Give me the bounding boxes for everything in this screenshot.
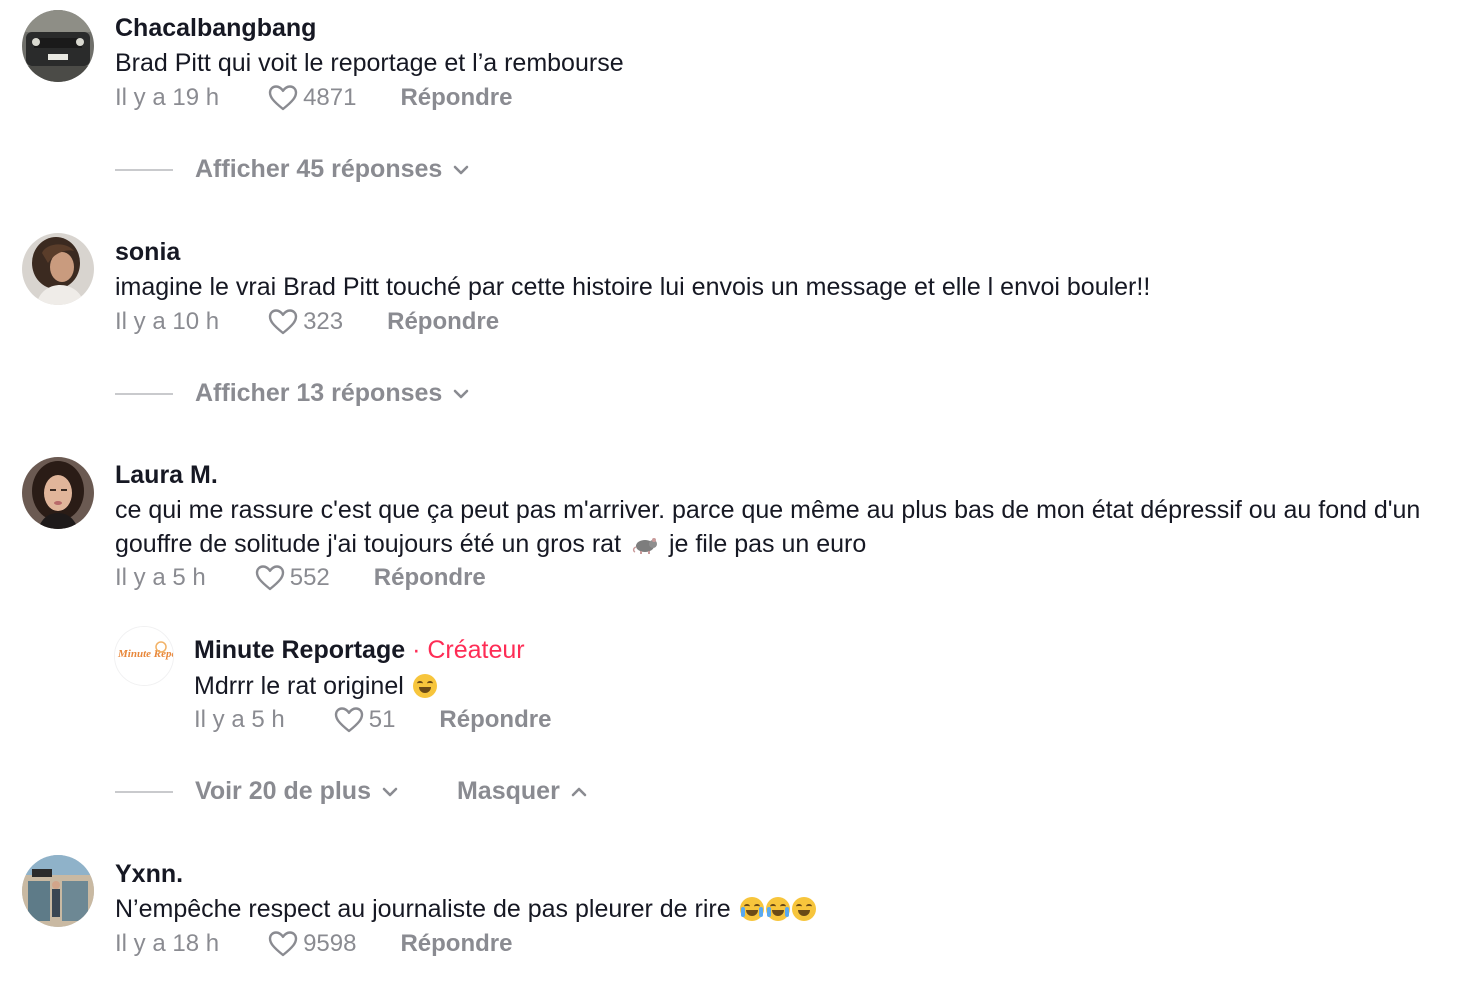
like-button[interactable]: 552 <box>254 564 330 592</box>
avatar[interactable] <box>22 10 94 82</box>
reply-username[interactable]: Minute Reportage <box>194 636 405 664</box>
show-replies-button[interactable]: Afficher 45 réponses <box>195 155 470 184</box>
reply-username-row: Minute Reportage · Créateur <box>194 636 525 665</box>
chevron-down-icon <box>454 389 469 398</box>
comment-text-segment: gouffre de solitude j'ai toujours été un… <box>115 530 622 558</box>
reply-button[interactable]: Répondre <box>374 564 486 592</box>
creator-badge: · Créateur <box>412 636 525 664</box>
comment-time: Il y a 18 h <box>115 930 220 957</box>
like-count: 9598 <box>303 930 357 957</box>
reply-meta: Il y a 5 h 51 Répondre <box>194 706 551 734</box>
comment-text: Brad Pitt qui voit le reportage et l’a r… <box>115 49 624 77</box>
comment-time: Il y a 5 h <box>115 564 206 591</box>
rat-icon <box>632 538 657 554</box>
heart-icon <box>268 931 298 957</box>
show-replies-button[interactable]: Afficher 13 réponses <box>195 379 470 408</box>
reply-time: Il y a 5 h <box>194 706 285 733</box>
chevron-up-icon <box>571 787 587 796</box>
laughing-emoji-icon <box>791 897 816 921</box>
reply-button[interactable]: Répondre <box>400 930 512 958</box>
heart-icon <box>255 565 284 591</box>
like-count: 4871 <box>303 84 357 111</box>
reply-button[interactable]: Répondre <box>387 308 499 336</box>
divider <box>115 790 173 793</box>
heart-icon <box>268 309 298 335</box>
comment-text-line: ce qui me rassure c'est que ça peut pas … <box>115 496 1421 524</box>
like-button[interactable]: 4871 <box>267 84 356 112</box>
divider <box>115 168 173 171</box>
comment-meta: Il y a 18 h 9598 Répondre <box>115 930 512 958</box>
comment-time: Il y a 19 h <box>115 84 220 111</box>
like-button[interactable]: 323 <box>267 308 343 336</box>
car-avatar-image <box>22 10 94 82</box>
show-replies-label: Afficher 45 réponses <box>195 155 443 183</box>
avatar[interactable] <box>22 233 94 305</box>
reply-button[interactable]: Répondre <box>439 706 551 734</box>
person-avatar-image <box>22 233 94 305</box>
view-more-label: Voir 20 de plus <box>195 777 371 805</box>
replies-row: Afficher 45 réponses <box>115 155 470 184</box>
chevron-down-icon <box>454 165 469 174</box>
replies-row: Voir 20 de plus Masquer <box>115 777 588 806</box>
show-replies-label: Afficher 13 réponses <box>195 379 443 407</box>
comment-text-line: gouffre de solitude j'ai toujours été un… <box>115 527 866 561</box>
comment-username[interactable]: sonia <box>115 238 180 267</box>
chevron-down-icon <box>382 787 398 796</box>
comment-text-segment: je file pas un euro <box>668 530 867 558</box>
comment-text-content: N’empêche respect au journaliste de pas … <box>115 895 731 923</box>
divider <box>115 392 173 395</box>
reply-text: Mdrrr le rat originel <box>194 669 437 703</box>
heart-icon <box>268 85 298 111</box>
avatar[interactable] <box>22 457 94 529</box>
laughing-emoji-icon <box>412 674 437 698</box>
storefront-avatar-image <box>22 855 94 927</box>
crying-laughing-emoji-icon <box>765 897 790 921</box>
like-count: 323 <box>303 308 344 335</box>
comment-time: Il y a 10 h <box>115 308 220 335</box>
comment-text: imagine le vrai Brad Pitt touché par cet… <box>115 273 1151 301</box>
reply-button[interactable]: Répondre <box>400 84 512 112</box>
like-button[interactable]: 9598 <box>267 930 356 958</box>
hide-replies-button[interactable]: Masquer <box>457 777 588 806</box>
crying-laughing-emoji-icon <box>739 897 764 921</box>
person-avatar-image <box>22 457 94 529</box>
like-count: 51 <box>368 706 396 733</box>
heart-icon <box>334 707 363 733</box>
reply-text-content: Mdrrr le rat originel <box>194 672 404 700</box>
view-more-button[interactable]: Voir 20 de plus <box>195 777 399 806</box>
comment-meta: Il y a 10 h 323 Répondre <box>115 308 499 336</box>
creator-avatar[interactable]: Minute Reportages <box>114 626 174 686</box>
like-count: 552 <box>289 564 330 591</box>
comment-meta: Il y a 5 h 552 Répondre <box>115 564 486 592</box>
comment-meta: Il y a 19 h 4871 Répondre <box>115 84 512 112</box>
like-button[interactable]: 51 <box>333 706 396 734</box>
minute-reportages-logo: Minute Reportages <box>115 627 173 685</box>
comment-username[interactable]: Laura M. <box>115 461 218 490</box>
comment-username[interactable]: Chacalbangbang <box>115 14 316 43</box>
comment-username[interactable]: Yxnn. <box>115 860 183 889</box>
comment-text: N’empêche respect au journaliste de pas … <box>115 892 816 926</box>
replies-row: Afficher 13 réponses <box>115 379 470 408</box>
hide-replies-label: Masquer <box>456 777 560 805</box>
avatar[interactable] <box>22 855 94 927</box>
